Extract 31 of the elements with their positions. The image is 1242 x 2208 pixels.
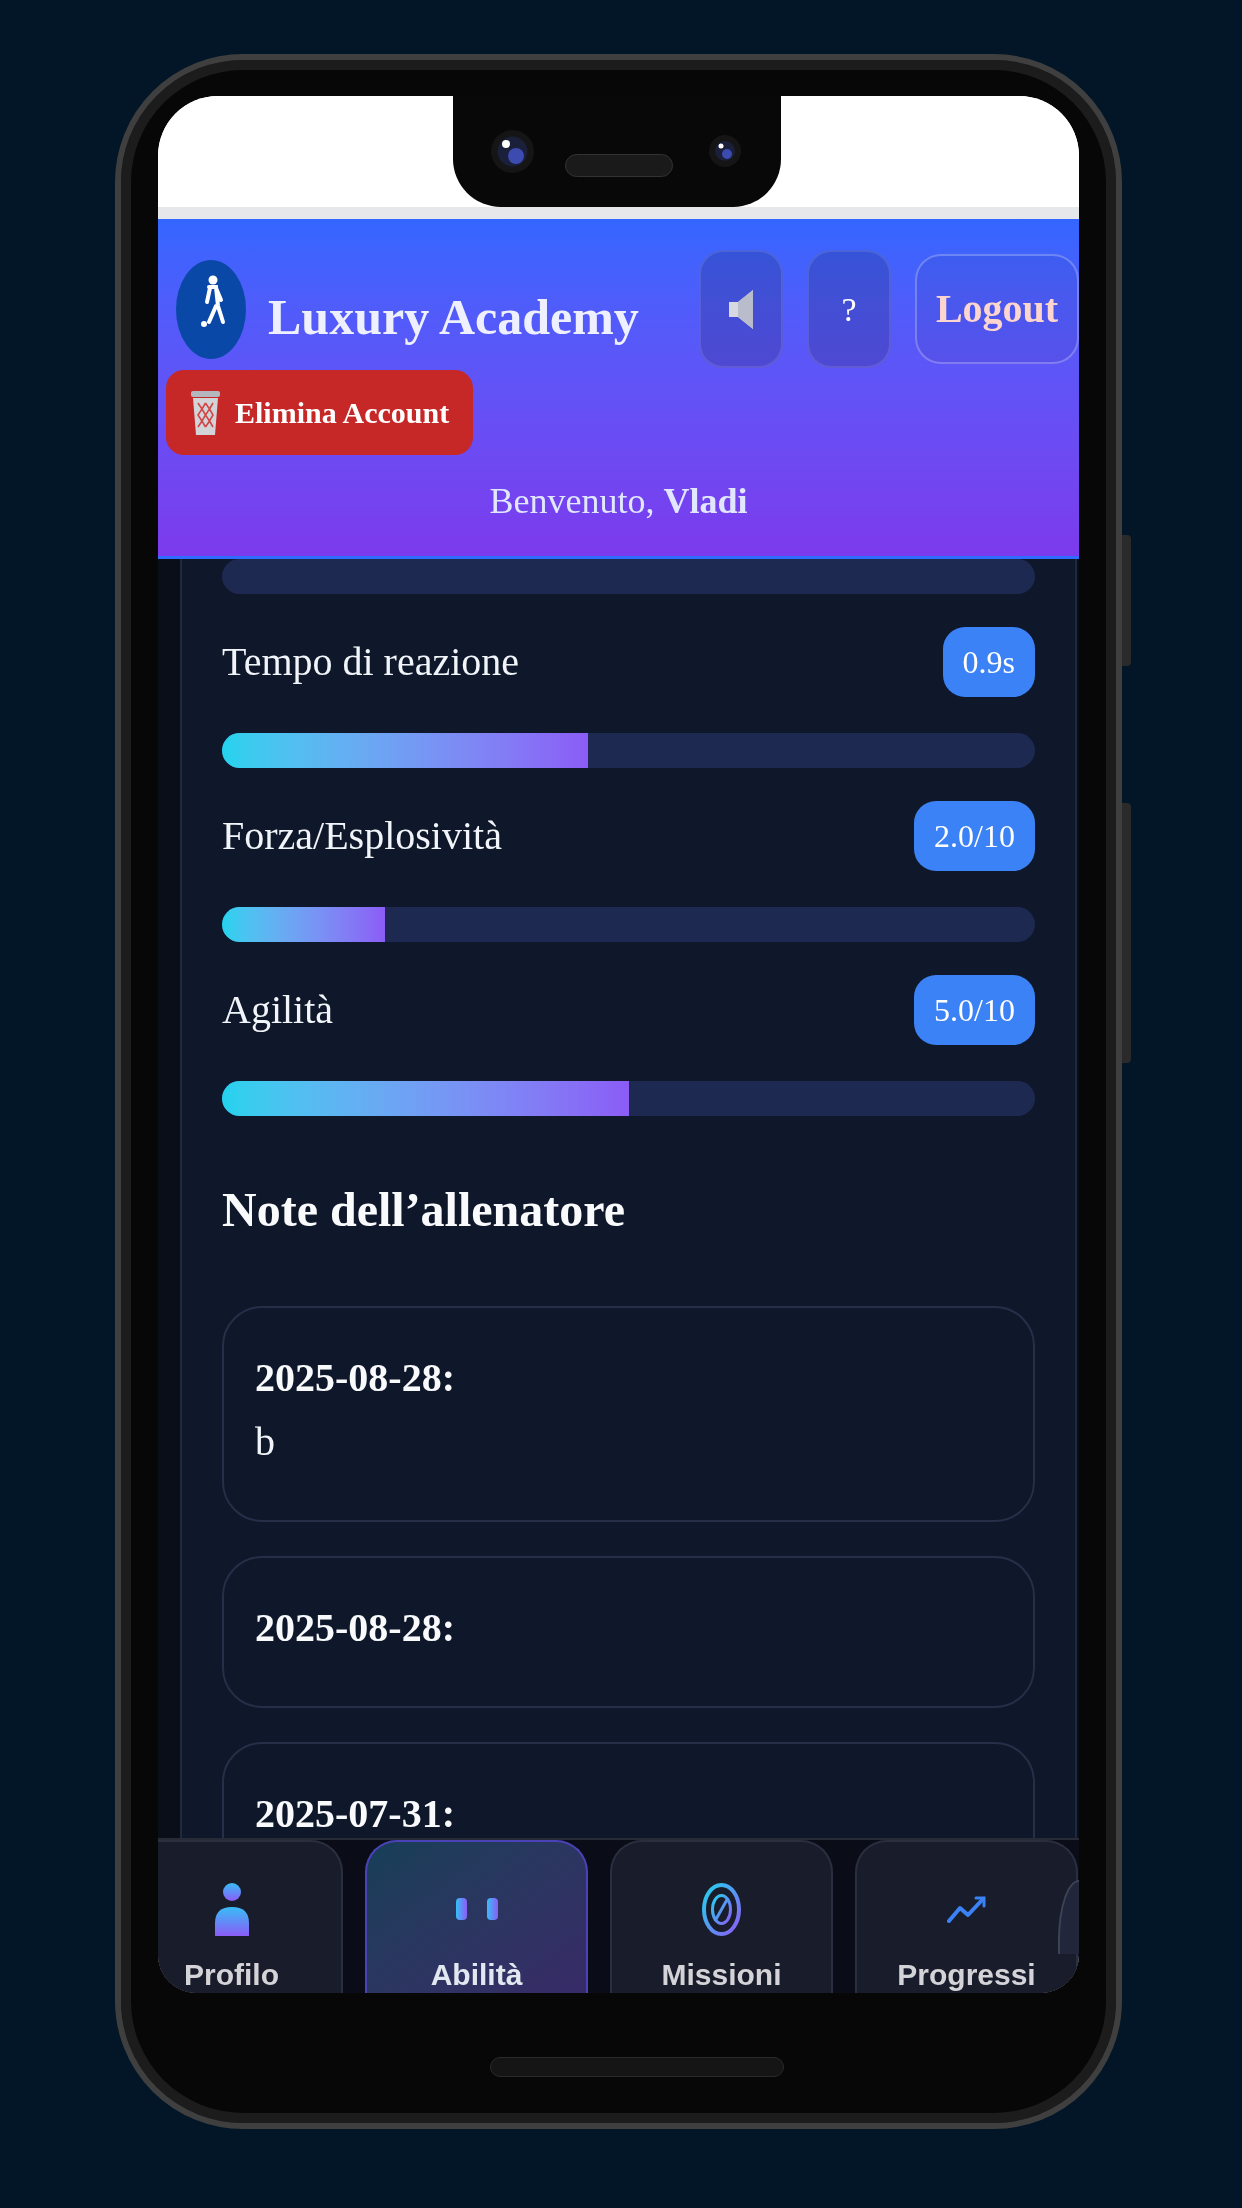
skill-value: 2.0/10 bbox=[914, 801, 1035, 871]
nav-tab[interactable]: Profilo bbox=[158, 1840, 343, 1993]
nav-tab[interactable]: Missioni bbox=[610, 1840, 833, 1993]
person-icon bbox=[214, 1882, 249, 1936]
help-button[interactable]: ? bbox=[807, 250, 891, 368]
note-date: 2025-08-28: bbox=[255, 1354, 456, 1402]
speaker-icon bbox=[728, 289, 754, 329]
nav-tab[interactable]: Abilità bbox=[365, 1840, 588, 1993]
camera-lens-icon bbox=[709, 135, 741, 167]
logo-icon bbox=[176, 259, 246, 359]
note-date: 2025-08-28: bbox=[255, 1604, 456, 1652]
nav-tab[interactable]: Progressi bbox=[855, 1840, 1078, 1993]
ring-icon bbox=[702, 1882, 741, 1936]
skill-value: 5.0/10 bbox=[914, 975, 1035, 1045]
logout-button[interactable]: Logout bbox=[915, 254, 1079, 364]
skill-value: 0.9s bbox=[942, 627, 1035, 697]
note-text: b bbox=[255, 1418, 276, 1466]
camera-lens-icon bbox=[491, 130, 534, 173]
skill-label: Agilità bbox=[222, 987, 334, 1033]
sound-button[interactable] bbox=[699, 250, 783, 368]
skill-label: Tempo di reazione bbox=[222, 639, 520, 685]
side-button[interactable] bbox=[1122, 803, 1131, 1063]
skill-label: Forza/Esplosività bbox=[222, 813, 502, 859]
delete-account-button[interactable]: Elimina Account bbox=[166, 370, 473, 455]
note-date: 2025-07-31: bbox=[255, 1790, 456, 1838]
side-button[interactable] bbox=[1122, 535, 1131, 666]
two-bars-icon bbox=[455, 1898, 498, 1920]
welcome-text: Benvenuto, Vladi bbox=[488, 480, 749, 523]
trash-icon bbox=[190, 390, 221, 435]
section-heading: Note dell’allenatore bbox=[222, 1186, 626, 1234]
trend-line-icon bbox=[947, 1895, 986, 1923]
